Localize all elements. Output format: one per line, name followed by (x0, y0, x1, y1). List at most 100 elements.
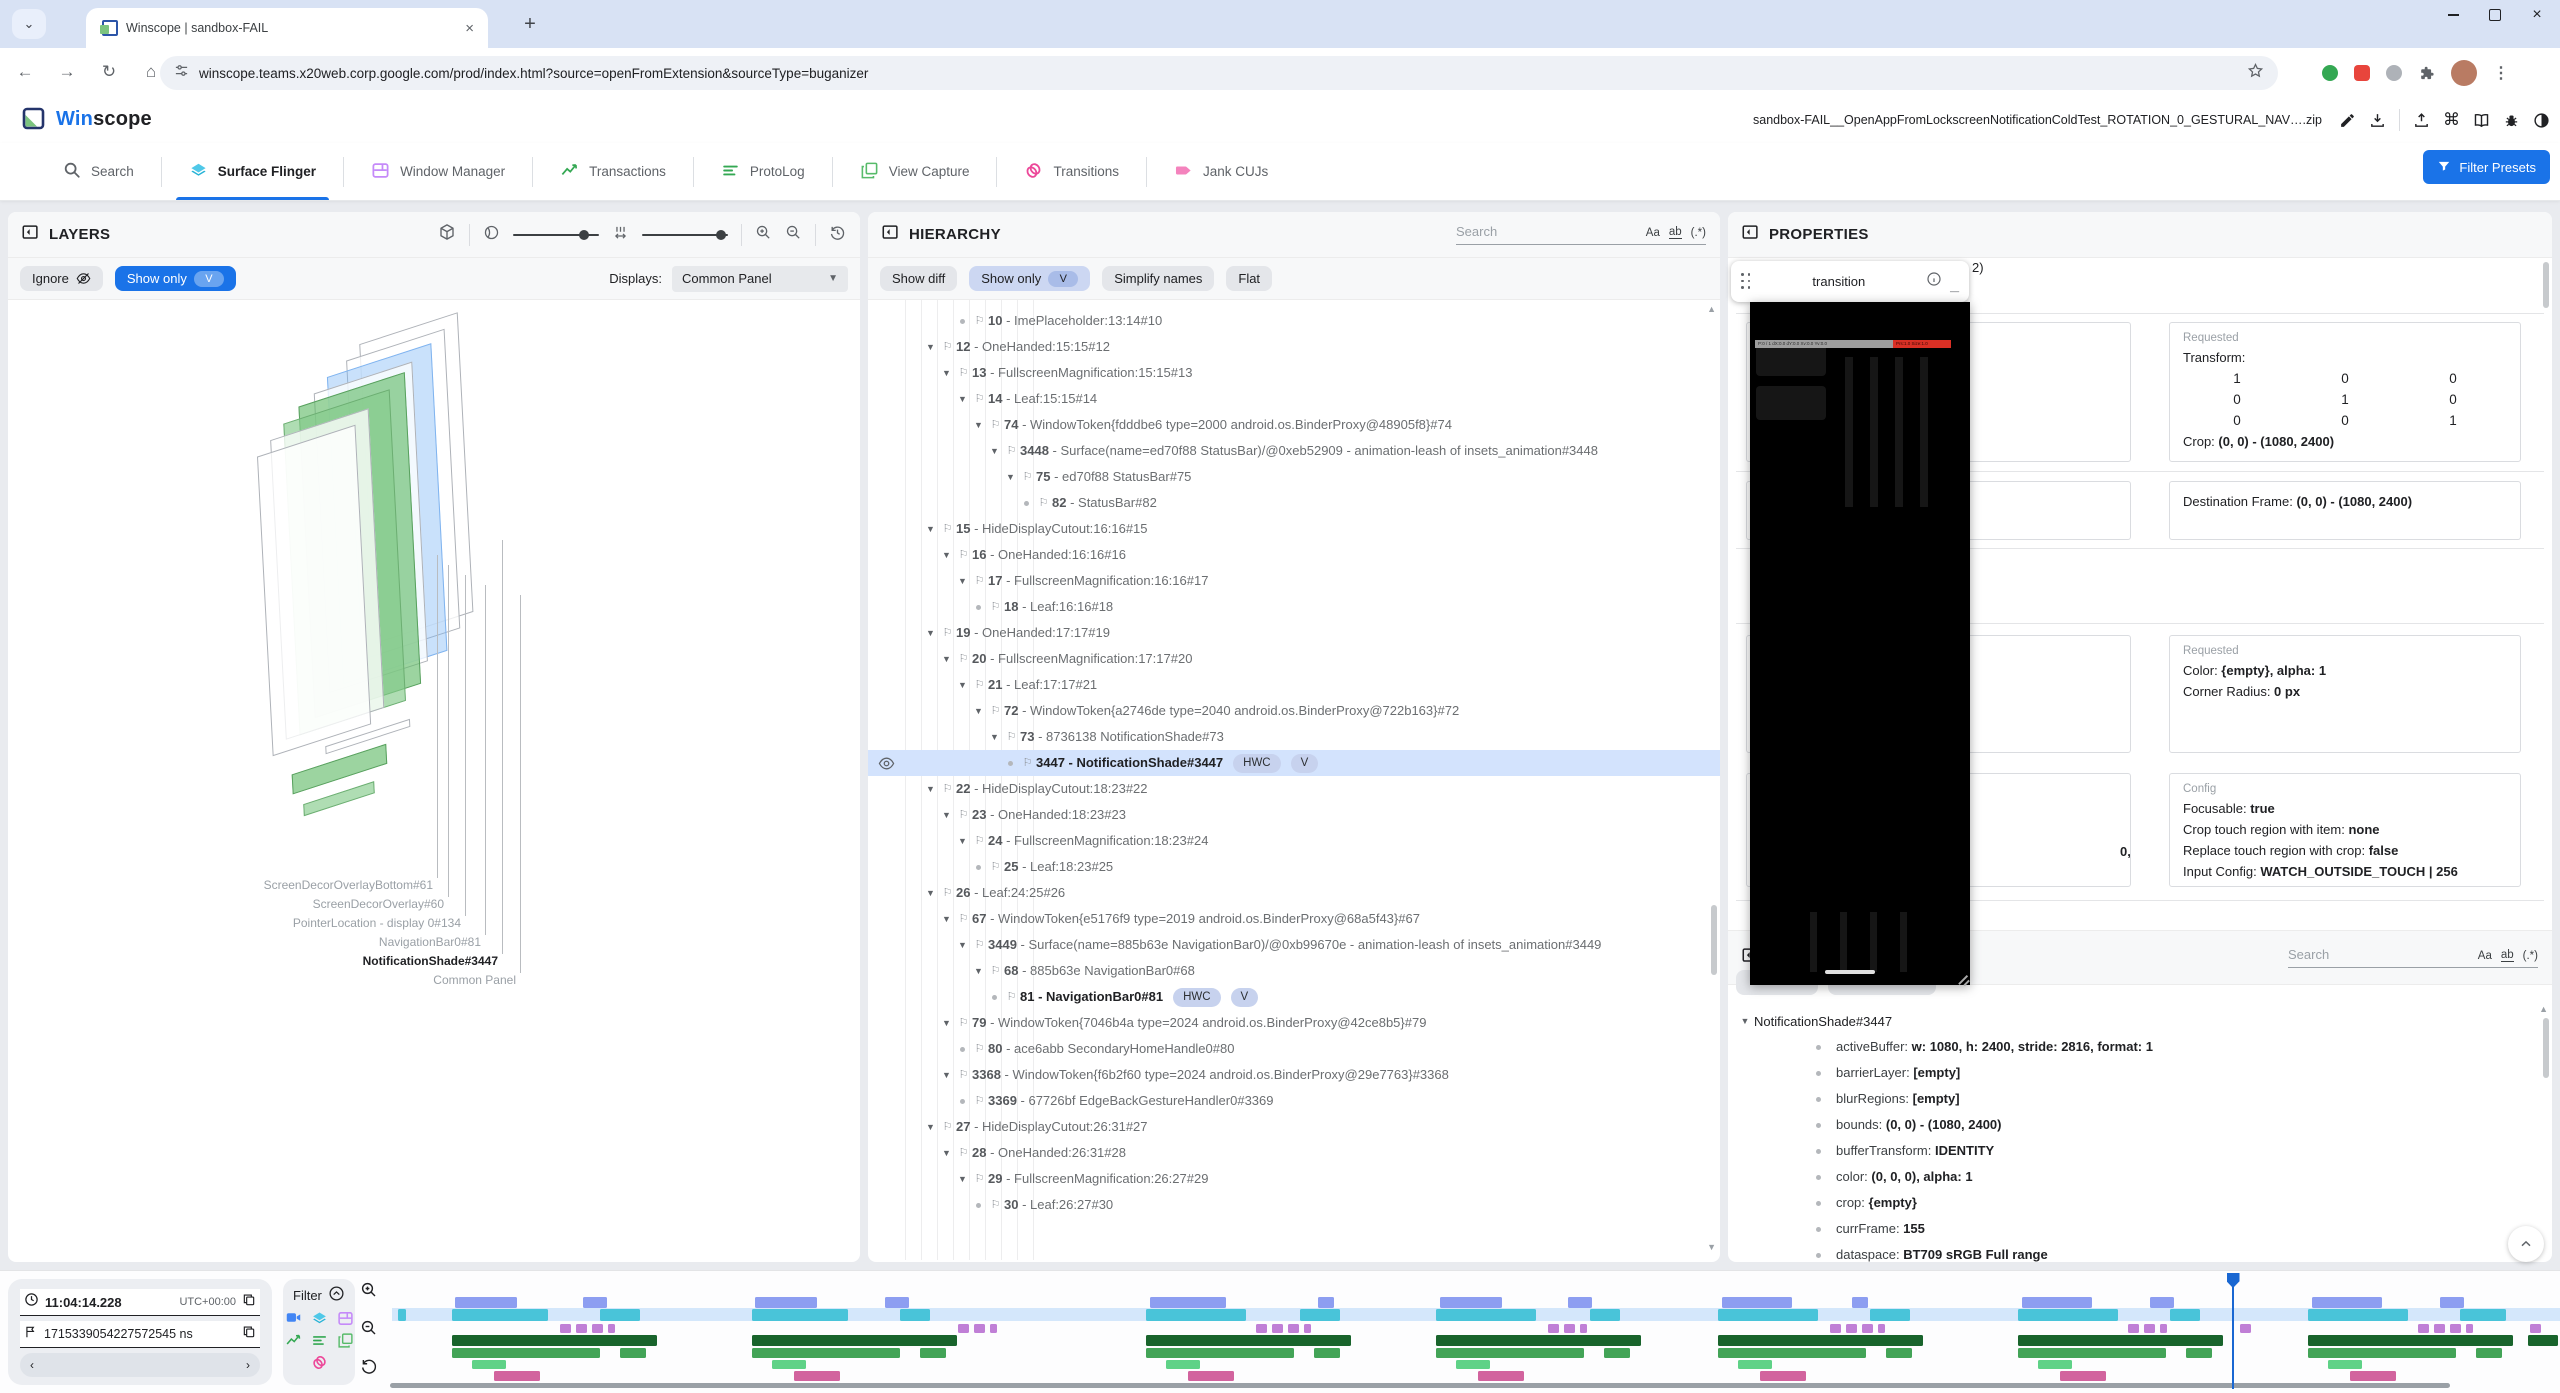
upload-icon[interactable] (2413, 112, 2430, 129)
human-time-input[interactable]: 11:04:14.228 UTC+00:00 (20, 1289, 260, 1316)
window-maximize-button[interactable] (2478, 0, 2512, 30)
hierarchy-search-input[interactable]: Search Aa ab (.*) (1456, 224, 1706, 245)
pin-icon[interactable]: ⚐ (971, 386, 988, 412)
transitions-track-event[interactable] (1718, 1348, 1866, 1358)
chevron-down-icon[interactable]: ▼ (1736, 1016, 1754, 1026)
ignore-chip[interactable]: Ignore (20, 266, 103, 291)
chevron-down-icon[interactable]: ▼ (986, 724, 1003, 750)
surfaceflinger-track-event[interactable] (452, 1309, 548, 1321)
tree-node-3448[interactable]: ▼⚐3448 - Surface(name=ed70f88 StatusBar)… (868, 438, 1720, 464)
pin-icon[interactable]: ⚐ (971, 1166, 988, 1192)
protolog-track-event[interactable] (752, 1335, 957, 1346)
pin-icon[interactable]: ⚐ (971, 828, 988, 854)
displays-select[interactable]: Common Panel▼ (672, 266, 848, 292)
chevron-down-icon[interactable]: ▼ (970, 698, 987, 724)
tree-node-72[interactable]: ▼⚐72 - WindowToken{a2746de type=2040 and… (868, 698, 1720, 724)
protolog-track-event[interactable] (2528, 1335, 2558, 1346)
tree-node-26[interactable]: ▼⚐26 - Leaf:24:25#26 (868, 880, 1720, 906)
transitions-track-event[interactable] (1436, 1348, 1584, 1358)
windowmanager-track-event[interactable] (576, 1324, 587, 1333)
windowmanager-track-event[interactable] (990, 1324, 997, 1333)
transactions-track-event[interactable] (885, 1297, 909, 1308)
tree-node-21[interactable]: ▼⚐21 - Leaf:17:17#21 (868, 672, 1720, 698)
resize-handle[interactable] (1963, 979, 1969, 985)
windowmanager-track-event[interactable] (1548, 1324, 1559, 1333)
collapse-filter-icon[interactable] (328, 1285, 345, 1305)
transitions-track-event[interactable] (1604, 1348, 1630, 1358)
extension-green-icon[interactable] (2322, 65, 2338, 81)
transactions-track-event[interactable] (1150, 1297, 1226, 1308)
tree-node-12[interactable]: ▼⚐12 - OneHanded:15:15#12 (868, 334, 1720, 360)
jank-track-event[interactable] (2060, 1371, 2106, 1381)
windowmanager-track-event[interactable] (2128, 1324, 2139, 1333)
bug-report-icon[interactable] (2503, 112, 2520, 129)
surfaceflinger-track-event[interactable] (1146, 1309, 1246, 1321)
surfaceflinger-track-event[interactable] (1718, 1309, 1818, 1321)
jank-track-event[interactable] (794, 1371, 840, 1381)
chevron-down-icon[interactable]: ▼ (954, 932, 971, 958)
frame-stepper[interactable]: ‹› (20, 1353, 260, 1377)
jank-track-event[interactable] (1760, 1371, 1806, 1381)
chip-flat[interactable]: Flat (1226, 266, 1272, 291)
chevron-down-icon[interactable]: ▼ (954, 1166, 971, 1192)
chevron-down-icon[interactable]: ▼ (922, 1114, 939, 1140)
chevron-down-icon[interactable]: ▼ (1002, 464, 1019, 490)
transitions-track-event[interactable] (620, 1348, 646, 1358)
timeline-zoom-in-icon[interactable] (360, 1281, 378, 1304)
pin-icon[interactable]: ⚐ (1019, 750, 1036, 776)
tree-node-14[interactable]: ▼⚐14 - Leaf:15:15#14 (868, 386, 1720, 412)
tab-jank-cujs[interactable]: Jank CUJs (1147, 143, 1295, 200)
tree-node-3368[interactable]: ▼⚐3368 - WindowToken{f6b2f60 type=2024 a… (868, 1062, 1720, 1088)
drag-handle-icon[interactable] (1741, 273, 1752, 290)
transactions-track-event[interactable] (583, 1297, 607, 1308)
pin-icon[interactable]: ⚐ (955, 802, 972, 828)
proto-property[interactable]: dataspace: BT709 sRGB Full range (1736, 1242, 2542, 1262)
tree-node-75[interactable]: ▼⚐75 - ed70f88 StatusBar#75 (868, 464, 1720, 490)
protolog-track-event[interactable] (1718, 1335, 1923, 1346)
tree-node-27[interactable]: ▼⚐27 - HideDisplayCutout:26:31#27 (868, 1114, 1720, 1140)
scroll-up-icon[interactable]: ▲ (1707, 304, 1716, 314)
properties-scrollbar[interactable] (2543, 262, 2549, 308)
tree-node-15[interactable]: ▼⚐15 - HideDisplayCutout:16:16#15 (868, 516, 1720, 542)
tree-node-13[interactable]: ▼⚐13 - FullscreenMagnification:15:15#13 (868, 360, 1720, 386)
jank-track-event[interactable] (1478, 1371, 1524, 1381)
windowmanager-track-event[interactable] (2466, 1324, 2473, 1333)
windowmanager-track-event[interactable] (560, 1324, 571, 1333)
detail-scrollbar[interactable] (2543, 1018, 2549, 1078)
surfaceflinger-track-event[interactable] (2170, 1309, 2200, 1321)
pin-icon[interactable]: ⚐ (939, 880, 956, 906)
chevron-down-icon[interactable]: ▼ (954, 672, 971, 698)
address-bar[interactable]: winscope.teams.x20web.corp.google.com/pr… (160, 56, 2278, 90)
viewcapture-track-event[interactable] (1738, 1360, 1772, 1369)
chevron-down-icon[interactable]: ▼ (954, 828, 971, 854)
bookmark-star-icon[interactable] (2247, 62, 2264, 84)
expand-timeline-button[interactable] (2508, 1226, 2544, 1262)
surfaceflinger-track-event[interactable] (398, 1309, 406, 1321)
pin-icon[interactable]: ⚐ (939, 1114, 956, 1140)
properties-search-input[interactable]: Search Aa ab (.*) (2288, 947, 2538, 968)
surfaceflinger-track-event[interactable] (600, 1309, 640, 1321)
viewcapture-track-event[interactable] (1166, 1360, 1200, 1369)
tree-node-81[interactable]: ⚐81 - NavigationBar0#81HWCV (868, 984, 1720, 1010)
chevron-down-icon[interactable]: ▼ (938, 1140, 955, 1166)
filter-copy-icon[interactable] (337, 1331, 354, 1348)
pin-icon[interactable]: ⚐ (971, 1088, 988, 1114)
timeline-tracks[interactable] (392, 1271, 2560, 1393)
tree-node-25[interactable]: ⚐25 - Leaf:18:23#25 (868, 854, 1720, 880)
proto-property[interactable]: color: (0, 0, 0), alpha: 1 (1736, 1164, 2542, 1190)
zoom-out-icon[interactable] (785, 224, 802, 246)
chevron-down-icon[interactable]: ▼ (986, 438, 1003, 464)
tree-node-20[interactable]: ▼⚐20 - FullscreenMagnification:17:17#20 (868, 646, 1720, 672)
surfaceflinger-track-event[interactable] (900, 1309, 930, 1321)
hierarchy-scrollbar[interactable] (1711, 905, 1717, 975)
pin-icon[interactable]: ⚐ (939, 334, 956, 360)
tab-protolog[interactable]: ProtoLog (694, 143, 832, 200)
windowmanager-track-event[interactable] (2434, 1324, 2445, 1333)
transitions-track-event[interactable] (920, 1348, 946, 1358)
windowmanager-track-event[interactable] (608, 1324, 615, 1333)
match-case-icon[interactable]: Aa (1646, 227, 1660, 239)
match-word-icon[interactable]: ab (2501, 949, 2514, 962)
windowmanager-track-event[interactable] (1862, 1324, 1873, 1333)
tree-node-24[interactable]: ▼⚐24 - FullscreenMagnification:18:23#24 (868, 828, 1720, 854)
pin-icon[interactable]: ⚐ (939, 620, 956, 646)
